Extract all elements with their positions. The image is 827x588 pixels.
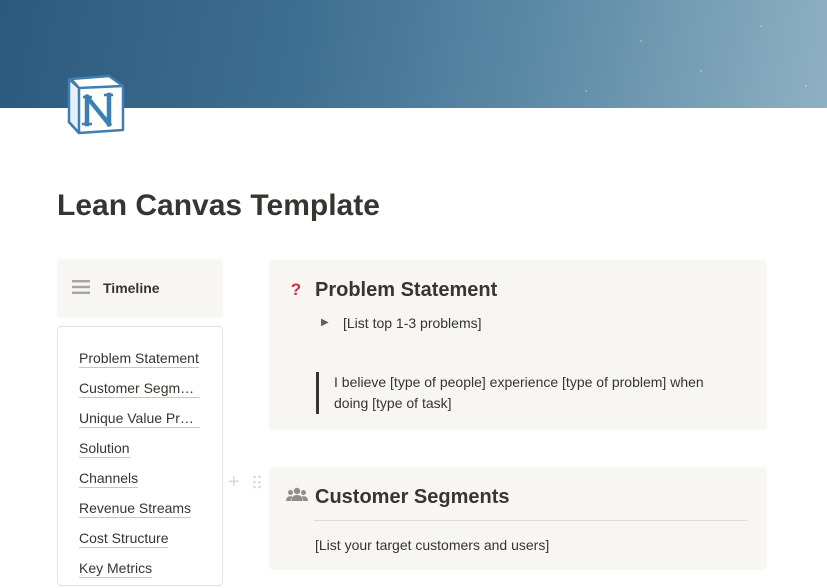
block-handles: + xyxy=(228,472,266,492)
people-icon[interactable] xyxy=(286,487,308,507)
cover-texture xyxy=(640,40,642,42)
toc-link[interactable]: Key Metrics xyxy=(79,560,153,578)
table-of-contents: Problem Statement Customer Segments Uniq… xyxy=(57,326,223,586)
quote-block[interactable]: I believe [type of people] experience [t… xyxy=(316,372,718,414)
toc-item-problem-statement[interactable]: Problem Statement xyxy=(79,348,200,378)
toc-item-key-metrics[interactable]: Key Metrics xyxy=(79,558,200,588)
section-heading[interactable]: Problem Statement xyxy=(315,278,497,302)
question-mark-icon[interactable]: ? xyxy=(286,280,306,300)
drag-handle-icon[interactable] xyxy=(252,475,262,489)
list-icon xyxy=(72,279,90,295)
timeline-link[interactable]: Timeline xyxy=(57,259,223,318)
cover-texture xyxy=(585,90,587,92)
toc-link[interactable]: Channels xyxy=(79,470,139,488)
toggle-text[interactable]: [List top 1-3 problems] xyxy=(343,315,482,331)
cover-texture xyxy=(805,85,807,87)
toc-list: Problem Statement Customer Segments Uniq… xyxy=(79,348,200,588)
toc-link[interactable]: Solution xyxy=(79,440,130,458)
section-heading[interactable]: Customer Segments xyxy=(315,485,510,509)
toggle-arrow-icon[interactable]: ▶ xyxy=(321,313,337,333)
toc-link[interactable]: Unique Value Proposition xyxy=(79,410,200,428)
toc-item-channels[interactable]: Channels xyxy=(79,468,200,498)
toc-item-unique-value-proposition[interactable]: Unique Value Proposition xyxy=(79,408,200,438)
toc-link[interactable]: Problem Statement xyxy=(79,350,199,368)
add-block-icon[interactable]: + xyxy=(228,472,240,492)
toc-item-cost-structure[interactable]: Cost Structure xyxy=(79,528,200,558)
toc-item-customer-segments[interactable]: Customer Segments xyxy=(79,378,200,408)
timeline-label: Timeline xyxy=(103,280,160,296)
toc-link[interactable]: Customer Segments xyxy=(79,380,200,398)
callout-customer-segments[interactable]: Customer Segments [List your target cust… xyxy=(269,467,767,570)
toc-link[interactable]: Revenue Streams xyxy=(79,500,192,518)
toc-link[interactable]: Cost Structure xyxy=(79,530,169,548)
callout-text[interactable]: [List your target customers and users] xyxy=(315,535,549,555)
cover-texture xyxy=(760,25,762,27)
toggle-block[interactable]: ▶ [List top 1-3 problems] xyxy=(321,313,482,333)
callout-problem-statement[interactable]: ? Problem Statement ▶ [List top 1-3 probl… xyxy=(269,260,767,430)
toc-item-revenue-streams[interactable]: Revenue Streams xyxy=(79,498,200,528)
cover-texture xyxy=(700,70,702,72)
toc-item-solution[interactable]: Solution xyxy=(79,438,200,468)
divider xyxy=(314,520,747,521)
notion-logo-icon[interactable] xyxy=(65,72,129,136)
page-title[interactable]: Lean Canvas Template xyxy=(57,186,380,226)
